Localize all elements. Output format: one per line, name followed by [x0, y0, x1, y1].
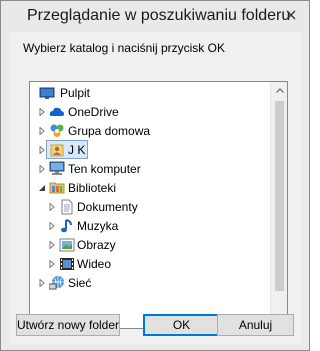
dialog-title: Przeglądanie w poszukiwaniu folderu	[27, 7, 291, 24]
tree-item-label: Muzyka	[77, 218, 119, 233]
libraries-icon	[49, 180, 65, 196]
tree-item-muzyka[interactable]: Muzyka	[30, 216, 271, 235]
tree-item-label: Sieć	[68, 275, 92, 290]
dialog-body: Wybierz katalog i naciśnij przycisk OK P…	[9, 32, 301, 344]
expand-arrow-icon[interactable]	[37, 278, 47, 288]
tree-item-label: OneDrive	[68, 104, 119, 119]
expand-arrow-icon[interactable]	[47, 259, 57, 269]
pictures-icon	[59, 237, 75, 253]
tree-item-onedrive[interactable]: OneDrive	[30, 102, 271, 121]
tree-item-label: Pulpit	[60, 85, 91, 100]
expand-arrow-icon[interactable]	[37, 126, 47, 136]
desktop-icon	[39, 85, 55, 101]
network-icon	[49, 275, 65, 291]
videos-icon	[59, 256, 75, 272]
tree-item-obrazy[interactable]: Obrazy	[30, 235, 271, 254]
tree-item-label: J K	[68, 142, 86, 157]
scroll-up-button[interactable]	[271, 82, 287, 99]
tree-item-label: Grupa domowa	[68, 123, 151, 138]
close-icon	[286, 10, 296, 20]
close-button[interactable]	[279, 5, 303, 25]
tree-item-ten-komputer[interactable]: Ten komputer	[30, 159, 271, 178]
instruction-text: Wybierz katalog i naciśnij przycisk OK	[23, 41, 225, 55]
expand-arrow-icon[interactable]	[37, 107, 47, 117]
onedrive-cloud-icon	[49, 104, 65, 120]
expand-arrow-icon[interactable]	[47, 221, 57, 231]
expand-arrow-icon[interactable]	[37, 145, 47, 155]
tree-item-label: Biblioteki	[68, 180, 117, 195]
documents-icon	[59, 199, 75, 215]
tree-item-siec[interactable]: Sieć	[30, 273, 271, 292]
tree-item-grupa-domowa[interactable]: Grupa domowa	[30, 121, 271, 140]
collapse-arrow-icon[interactable]	[37, 183, 47, 193]
cancel-button[interactable]: Anuluj	[217, 314, 294, 336]
tree-content: Pulpit OneDrive Grupa domowa J K Ten kom…	[30, 82, 271, 328]
tree-item-wideo[interactable]: Wideo	[30, 254, 271, 273]
tree-item-label: Obrazy	[77, 237, 116, 252]
tree-item-dokumenty[interactable]: Dokumenty	[30, 197, 271, 216]
tree-vertical-scrollbar[interactable]	[270, 82, 287, 328]
scroll-up-icon	[275, 88, 284, 93]
browse-folder-dialog: Przeglądanie w poszukiwaniu folderu Wybi…	[0, 0, 310, 351]
expand-arrow-icon[interactable]	[37, 164, 47, 174]
tree-item-label: Ten komputer	[68, 161, 141, 176]
user-folder-icon	[49, 142, 65, 158]
homegroup-icon	[49, 123, 65, 139]
tree-item-pulpit[interactable]: Pulpit	[30, 83, 271, 102]
title-bar[interactable]: Przeglądanie w poszukiwaniu folderu	[1, 1, 309, 32]
ok-button[interactable]: OK	[143, 314, 220, 336]
expand-arrow-icon[interactable]	[47, 202, 57, 212]
tree-item-jk[interactable]: J K	[30, 140, 271, 159]
tree-item-biblioteki[interactable]: Biblioteki	[30, 178, 271, 197]
computer-icon	[49, 161, 65, 177]
scroll-thumb[interactable]	[275, 101, 284, 291]
new-folder-button[interactable]: Utwórz nowy folder	[16, 314, 120, 336]
tree-item-label: Dokumenty	[77, 199, 138, 214]
music-icon	[59, 218, 75, 234]
tree-item-label: Wideo	[77, 256, 112, 271]
expand-arrow-icon[interactable]	[47, 240, 57, 250]
folder-tree[interactable]: Pulpit OneDrive Grupa domowa J K Ten kom…	[29, 81, 288, 329]
